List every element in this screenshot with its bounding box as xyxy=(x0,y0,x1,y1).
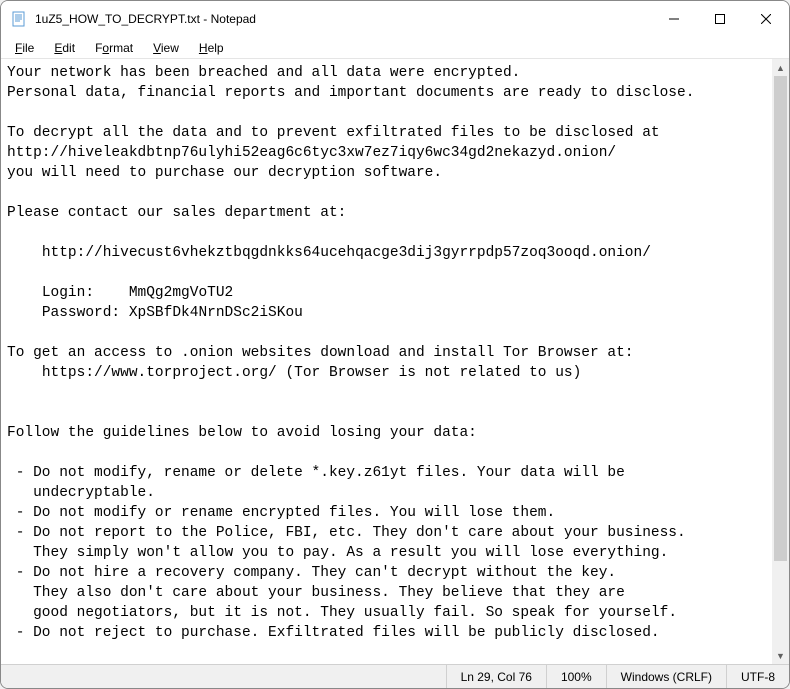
status-zoom: 100% xyxy=(546,665,606,688)
menu-help[interactable]: Help xyxy=(189,39,234,57)
menu-format[interactable]: Format xyxy=(85,39,143,57)
menubar: File Edit Format View Help xyxy=(1,37,789,59)
vertical-scrollbar[interactable]: ▲ ▼ xyxy=(772,59,789,664)
status-encoding: UTF-8 xyxy=(726,665,789,688)
window-controls xyxy=(651,1,789,37)
menu-view[interactable]: View xyxy=(143,39,189,57)
menu-edit[interactable]: Edit xyxy=(44,39,85,57)
status-eol: Windows (CRLF) xyxy=(606,665,726,688)
notepad-icon xyxy=(11,11,27,27)
close-button[interactable] xyxy=(743,1,789,37)
text-editor[interactable]: Your network has been breached and all d… xyxy=(1,59,789,664)
scroll-up-arrow-icon[interactable]: ▲ xyxy=(772,59,789,76)
window-title: 1uZ5_HOW_TO_DECRYPT.txt - Notepad xyxy=(35,12,651,26)
status-position: Ln 29, Col 76 xyxy=(446,665,546,688)
content-area: Your network has been breached and all d… xyxy=(1,59,789,664)
notepad-window: 1uZ5_HOW_TO_DECRYPT.txt - Notepad File E… xyxy=(0,0,790,689)
titlebar: 1uZ5_HOW_TO_DECRYPT.txt - Notepad xyxy=(1,1,789,37)
statusbar: Ln 29, Col 76 100% Windows (CRLF) UTF-8 xyxy=(1,664,789,688)
minimize-button[interactable] xyxy=(651,1,697,37)
menu-file[interactable]: File xyxy=(5,39,44,57)
scroll-track[interactable] xyxy=(772,76,789,647)
scroll-down-arrow-icon[interactable]: ▼ xyxy=(772,647,789,664)
maximize-button[interactable] xyxy=(697,1,743,37)
scroll-thumb[interactable] xyxy=(774,76,787,561)
